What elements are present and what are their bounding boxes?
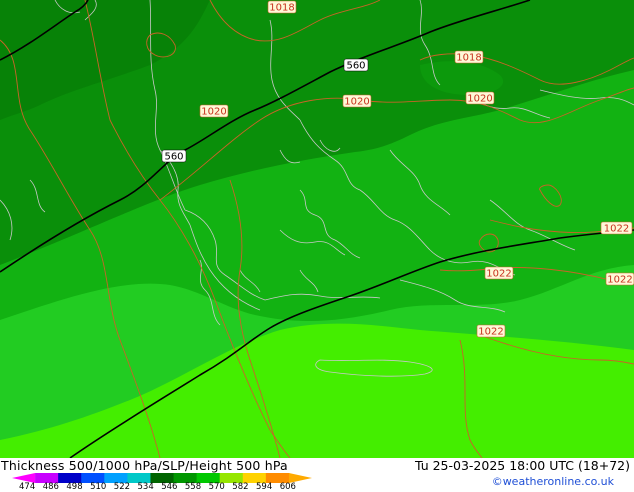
scale-tick-label: 522 <box>113 482 131 492</box>
isobar-label-1018-top: 1018 <box>267 0 297 14</box>
isobar-label-1022-south: 1022 <box>476 324 506 338</box>
scale-tick-label: 606 <box>279 482 296 492</box>
site-credit-link[interactable]: ©weatheronline.co.uk <box>492 475 614 488</box>
isobar-label-text: 1018 <box>269 3 294 14</box>
scale-tick-label: 558 <box>184 482 202 492</box>
height-label-text: 560 <box>164 152 183 163</box>
height-label-text: 560 <box>346 61 365 72</box>
thickness-map: 1018 1018 1020 1020 1020 1022 1022 1022 … <box>0 0 634 458</box>
scale-tick-label: 582 <box>232 482 249 492</box>
scale-tick-label: 594 <box>256 482 273 492</box>
scale-tick-label: 534 <box>137 482 154 492</box>
isobar-label-text: 1022 <box>486 269 511 280</box>
map-title: Thickness 500/1000 hPa/SLP/Height 500 hP… <box>1 458 288 473</box>
isobar-label-text: 1022 <box>604 224 629 235</box>
scale-tick-label: 510 <box>90 482 107 492</box>
isobar-label-1022-right-edge: 1022 <box>605 272 634 286</box>
forecast-timestamp: Tu 25-03-2025 18:00 UTC (18+72) <box>414 458 630 473</box>
scale-tick-label: 570 <box>208 482 225 492</box>
isobar-label-1020-west: 1020 <box>199 104 229 118</box>
scale-tick-label: 546 <box>161 482 178 492</box>
isobar-label-1020-center: 1020 <box>342 94 372 108</box>
isobar-label-text: 1022 <box>607 275 632 286</box>
height-label-560-north: 560 <box>343 58 369 72</box>
isobar-label-text: 1020 <box>467 94 492 105</box>
scale-tick-label: 474 <box>19 482 36 492</box>
isobar-label-text: 1020 <box>344 97 369 108</box>
isobar-label-1022-far-east: 1022 <box>600 221 633 235</box>
height-label-560-west: 560 <box>161 149 187 163</box>
isobar-label-text: 1022 <box>478 327 503 338</box>
scale-tick-label: 486 <box>42 482 59 492</box>
map-footer: Thickness 500/1000 hPa/SLP/Height 500 hP… <box>0 458 634 492</box>
isobar-label-text: 1018 <box>456 53 481 64</box>
isobar-label-1018-east: 1018 <box>454 50 484 64</box>
isobar-label-text: 1020 <box>201 107 226 118</box>
isobar-label-1020-east: 1020 <box>465 91 495 105</box>
weather-map-view: 1018 1018 1020 1020 1020 1022 1022 1022 … <box>0 0 634 492</box>
scale-tick-label: 498 <box>66 482 83 492</box>
isobar-label-1022-middle: 1022 <box>484 266 514 280</box>
scale-tick-labels: 474 486 498 510 522 534 546 558 570 582 594 606 <box>0 482 320 492</box>
